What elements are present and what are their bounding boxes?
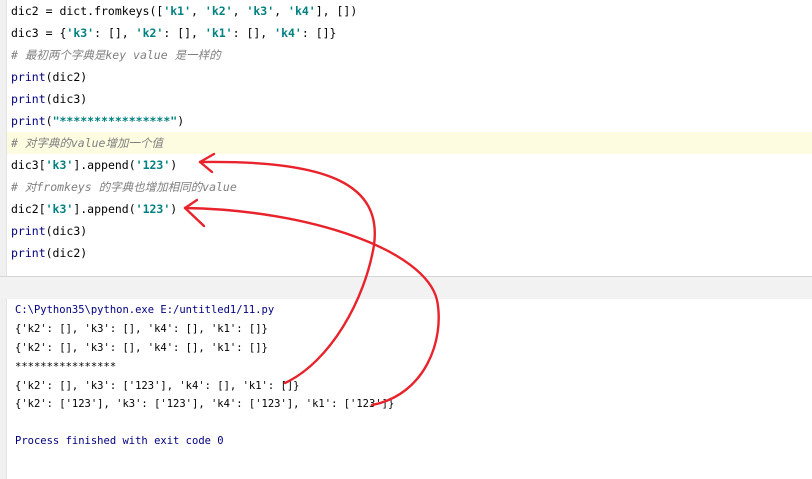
code-token: ( — [45, 114, 53, 128]
code-token: dic2 = dict.fromkeys([ — [11, 4, 164, 18]
code-token: # 对字典的value增加一个值 — [11, 136, 163, 150]
pane-splitter[interactable] — [0, 276, 812, 300]
code-token: ].append( — [73, 202, 136, 216]
code-token: 'k2' — [204, 4, 233, 18]
code-token: 'k2' — [135, 26, 164, 40]
output-line-4: {'k2': [], 'k3': ['123'], 'k4': [], 'k1'… — [15, 380, 300, 392]
code-line-9: # 对fromkeys 的字典也增加相同的value — [11, 176, 237, 198]
output-line-3: **************** — [15, 361, 117, 373]
code-token: dic3[ — [11, 158, 46, 172]
code-token: : [], — [163, 26, 205, 40]
code-token: '123' — [135, 202, 171, 216]
code-line-7: # 对字典的value增加一个值 — [11, 132, 163, 154]
run-console[interactable]: C:\Python35\python.exe E:/untitled1/11.p… — [0, 299, 812, 479]
code-token: print — [11, 224, 46, 238]
code-token: : []} — [301, 26, 337, 40]
code-token: dic3 = { — [11, 26, 67, 40]
code-token: 'k1' — [204, 26, 233, 40]
code-token: , — [191, 4, 205, 18]
code-token: print — [11, 92, 46, 106]
code-token: 'k4' — [274, 26, 302, 40]
code-token: ) — [177, 114, 185, 128]
code-line-11: print(dic3) — [11, 220, 87, 242]
code-token: 'k3' — [45, 202, 74, 216]
code-line-5: print(dic3) — [11, 88, 87, 110]
code-token: (dic3) — [45, 92, 88, 106]
code-editor[interactable]: dic2 = dict.fromkeys(['k1', 'k2', 'k3', … — [0, 0, 812, 276]
code-token: ) — [170, 158, 178, 172]
code-token: 'k3' — [45, 158, 74, 172]
code-token: # 对fromkeys 的字典也增加相同的value — [11, 180, 237, 194]
code-token: print — [11, 246, 46, 260]
code-token: ].append( — [73, 158, 136, 172]
editor-gutter — [0, 0, 7, 276]
code-token: , — [232, 4, 247, 18]
output-line-2: {'k2': [], 'k3': [], 'k4': [], 'k1': []} — [15, 342, 268, 354]
code-token: (dic2) — [45, 70, 88, 84]
code-line-8: dic3['k3'].append('123') — [11, 154, 177, 176]
code-line-3: # 最初两个字典是key value 是一样的 — [11, 44, 221, 66]
code-line-1: dic2 = dict.fromkeys(['k1', 'k2', 'k3', … — [11, 0, 357, 22]
code-token: 'k3' — [246, 4, 275, 18]
output-line-1: {'k2': [], 'k3': [], 'k4': [], 'k1': []} — [15, 323, 268, 335]
code-token: ], []) — [315, 4, 358, 18]
code-line-10: dic2['k3'].append('123') — [11, 198, 177, 220]
code-token: : [], — [232, 26, 275, 40]
code-token: print — [11, 70, 46, 84]
code-line-4: print(dic2) — [11, 66, 87, 88]
code-token: 'k3' — [66, 26, 95, 40]
code-token: 'k1' — [163, 4, 192, 18]
code-line-2: dic3 = {'k3': [], 'k2': [], 'k1': [], 'k… — [11, 22, 336, 44]
code-line-12: print(dic2) — [11, 242, 87, 264]
output-line-5: {'k2': ['123'], 'k3': ['123'], 'k4': ['1… — [15, 398, 395, 410]
code-token: 'k4' — [288, 4, 316, 18]
code-token: # 最初两个字典是key value 是一样的 — [11, 48, 221, 62]
code-line-6: print("****************") — [11, 110, 184, 132]
code-token: ) — [170, 202, 178, 216]
code-token: print — [11, 114, 46, 128]
console-gutter — [0, 299, 7, 479]
code-token: '123' — [135, 158, 171, 172]
code-token: "****************" — [52, 114, 178, 128]
code-token: dic2[ — [11, 202, 46, 216]
exit-message: Process finished with exit code 0 — [15, 435, 224, 447]
code-token: , — [274, 4, 289, 18]
code-token: (dic2) — [45, 246, 88, 260]
run-command: C:\Python35\python.exe E:/untitled1/11.p… — [15, 304, 275, 316]
code-token: : [], — [94, 26, 136, 40]
code-token: (dic3) — [45, 224, 88, 238]
